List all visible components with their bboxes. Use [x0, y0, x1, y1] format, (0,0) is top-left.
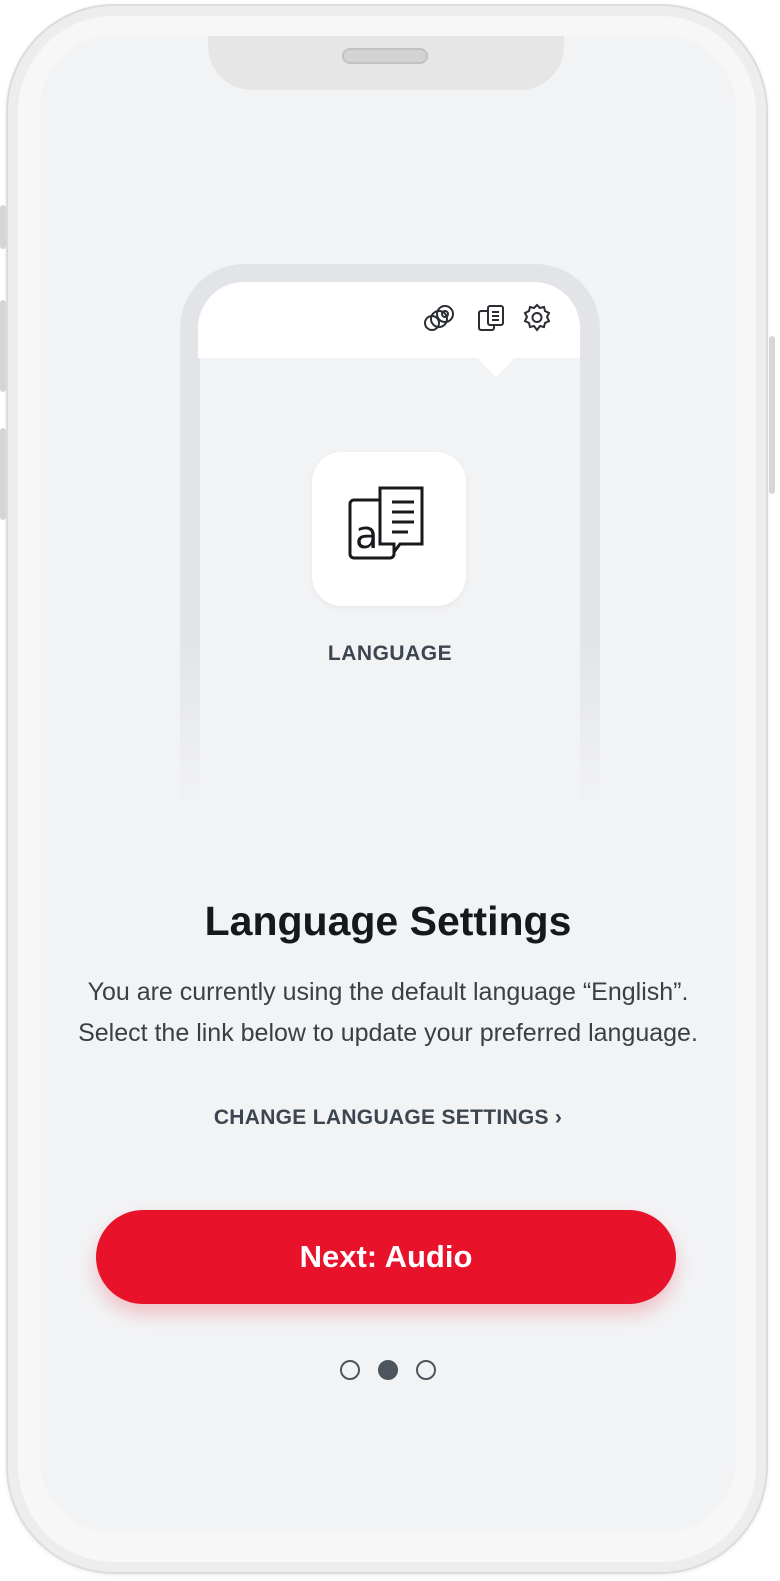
pagination-dot-3[interactable]	[416, 1360, 436, 1380]
volume-down-button	[0, 428, 6, 520]
power-button	[769, 336, 775, 494]
pagination-dots	[40, 1360, 736, 1380]
volume-up-button	[0, 300, 6, 392]
translate-icon	[478, 305, 504, 331]
description-line-2: Select the link below to update your pre…	[78, 1019, 698, 1047]
mute-switch	[0, 205, 6, 249]
change-language-link-label: CHANGE LANGUAGE SETTINGS	[213, 1106, 549, 1129]
description-line-1: You are currently using the default lang…	[87, 978, 689, 1006]
next-audio-button[interactable]: Next: Audio	[96, 1210, 676, 1304]
notch	[208, 36, 564, 90]
gear-icon[interactable]	[520, 302, 554, 336]
translate-icon: a	[348, 486, 424, 560]
illustration-pointer	[476, 356, 516, 378]
language-circles-icon	[424, 305, 454, 331]
change-language-link[interactable]: CHANGE LANGUAGE SETTINGS ›	[40, 1106, 736, 1130]
tile-label: LANGUAGE	[327, 642, 453, 665]
screen: a LANGUAGE Language Settings You are cur…	[40, 36, 736, 1532]
description: You are currently using the default lang…	[50, 972, 726, 1054]
speaker-grille	[342, 48, 428, 64]
chevron-right-icon: ›	[554, 1106, 563, 1129]
pagination-dot-2[interactable]	[378, 1360, 398, 1380]
page-title: Language Settings	[204, 898, 572, 944]
pagination-dot-1[interactable]	[340, 1360, 360, 1380]
language-tile: a	[312, 452, 466, 606]
svg-text:a: a	[355, 513, 378, 557]
